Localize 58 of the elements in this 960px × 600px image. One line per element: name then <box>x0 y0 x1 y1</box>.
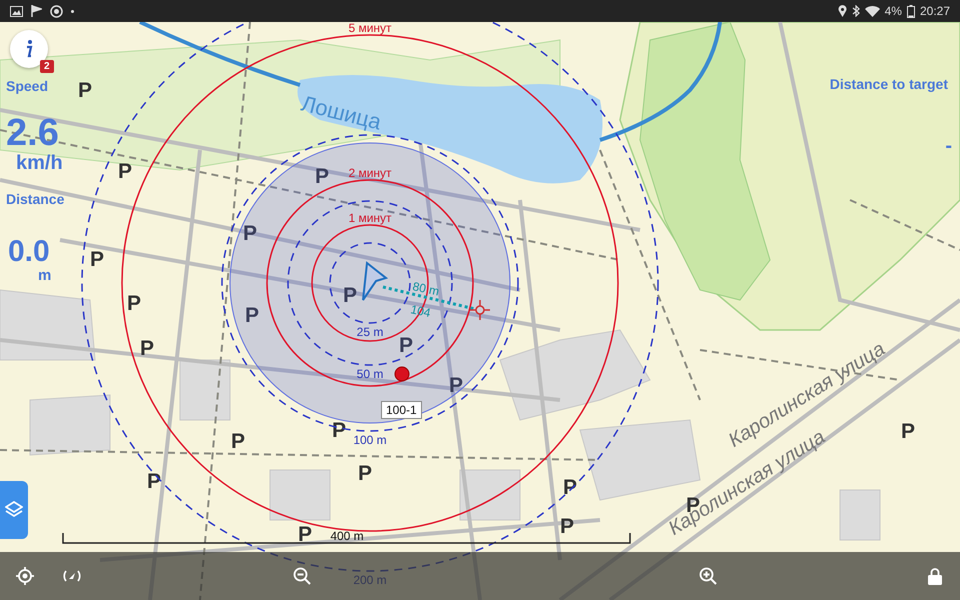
target-bearing: 104 <box>409 302 432 320</box>
distance-to-target-value: - <box>945 136 952 156</box>
parking-sign: P <box>231 430 246 453</box>
layers-icon <box>5 501 23 519</box>
distance-unit: m <box>38 267 52 284</box>
info-icon <box>25 40 33 58</box>
waypoint-label: 100-1 <box>381 401 422 419</box>
parking-sign: P <box>90 248 104 271</box>
location-arrow-icon <box>362 261 388 301</box>
distance-ring-label: 50 m <box>356 367 384 381</box>
parking-sign: P <box>78 79 92 102</box>
parking-sign: P <box>315 165 330 188</box>
distance-label: Distance <box>6 191 64 207</box>
flag-icon <box>31 5 42 17</box>
time-ring-label: 1 минут <box>348 211 392 225</box>
target-crosshair-icon <box>469 299 491 321</box>
lock-icon <box>928 568 942 584</box>
locate-icon <box>16 567 34 585</box>
layers-button[interactable] <box>0 481 28 539</box>
parking-sign: P <box>560 515 574 538</box>
notification-badge: 2 <box>40 60 54 73</box>
target-icon <box>50 4 63 18</box>
image-icon <box>10 6 23 16</box>
parking-sign: P <box>449 374 464 397</box>
parking-sign: P <box>243 222 258 245</box>
parking-sign: P <box>343 284 358 307</box>
bluetooth-icon <box>852 5 860 17</box>
distance-ring-label: 100 m <box>353 433 387 447</box>
parking-sign: P <box>127 292 142 315</box>
time-ring-label: 2 минут <box>348 166 392 180</box>
speed-unit: km/h <box>16 152 63 175</box>
waypoint-dot <box>394 366 410 382</box>
target-distance: 80 m <box>411 279 440 298</box>
dot-icon <box>71 10 74 12</box>
parking-sign: P <box>358 462 372 485</box>
battery-percent: 4% <box>884 4 902 18</box>
clock-time: 20:27 <box>920 4 950 18</box>
parking-sign: P <box>399 334 414 357</box>
scale-label: 400 m <box>330 529 364 543</box>
battery-icon <box>906 4 915 18</box>
distance-ring-label: 200 m <box>353 573 387 587</box>
speed-label: Speed <box>6 78 48 94</box>
location-pin-icon <box>838 5 847 17</box>
parking-sign: P <box>901 420 916 443</box>
parking-sign: P <box>298 523 312 546</box>
speed-value: 2.6 <box>6 114 59 152</box>
distance-ring-label: 25 m <box>356 325 384 339</box>
distance-value: 0.0 <box>8 237 50 267</box>
distance-to-target-label: Distance to target <box>830 76 948 92</box>
parking-sign: P <box>563 476 578 499</box>
wifi-icon <box>864 6 880 16</box>
parking-sign: P <box>245 304 260 327</box>
zoom-out-icon <box>293 567 311 585</box>
water-name: Лошица <box>298 90 384 135</box>
time-ring-label: 5 минут <box>348 21 392 35</box>
parking-sign: P <box>118 160 132 183</box>
zoom-in-icon <box>699 567 717 585</box>
parking-sign: P <box>140 337 154 360</box>
